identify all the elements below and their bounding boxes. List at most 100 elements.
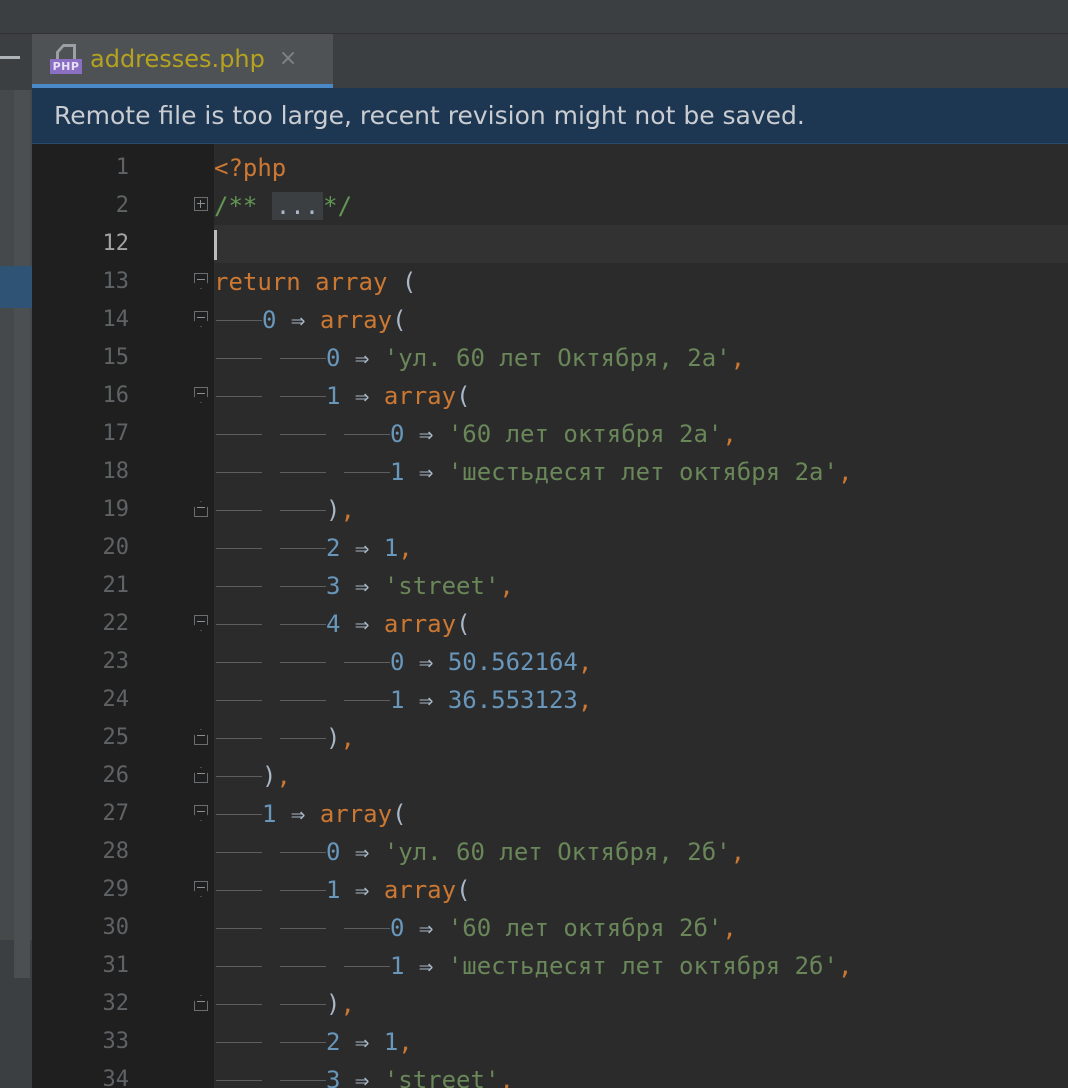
code-token: 0 <box>390 914 405 942</box>
indent-guide <box>214 871 262 909</box>
code-text[interactable]: 0 ⇒ 'ул. 60 лет Октября, 2а', <box>214 339 745 377</box>
code-text[interactable]: 0 ⇒ '60 лет октября 2а', <box>214 415 737 453</box>
code-text[interactable]: 3 ⇒ 'street', <box>214 1061 514 1088</box>
close-icon[interactable]: × <box>279 48 297 70</box>
code-token: 2 <box>326 534 341 562</box>
code-token: ( <box>456 876 471 904</box>
code-line[interactable]: 16 1 ⇒ array( <box>32 377 1068 415</box>
code-text[interactable]: 4 ⇒ array( <box>214 605 471 643</box>
code-line[interactable]: 21 3 ⇒ 'street', <box>32 567 1068 605</box>
remote-file-warning-banner: Remote file is too large, recent revisio… <box>32 88 1068 144</box>
code-token: 0 <box>390 648 405 676</box>
code-text[interactable]: 2 ⇒ 1, <box>214 1023 413 1061</box>
fold-collapse-icon[interactable] <box>194 273 208 291</box>
code-text[interactable]: /** ... */ <box>214 187 352 225</box>
code-text[interactable]: ), <box>214 491 355 529</box>
code-token: array <box>319 306 393 334</box>
code-line[interactable]: 33 2 ⇒ 1, <box>32 1023 1068 1061</box>
code-token: , <box>730 838 746 866</box>
indent-guide <box>214 529 262 567</box>
fold-collapse-icon[interactable] <box>194 311 208 329</box>
indent-guide <box>214 681 262 719</box>
code-token: ⇒ <box>276 306 320 334</box>
indent-guide <box>342 453 390 491</box>
code-text[interactable]: ), <box>214 985 355 1023</box>
code-line[interactable]: 27 1 ⇒ array( <box>32 795 1068 833</box>
line-number: 19 <box>102 497 130 522</box>
code-line[interactable]: 31 1 ⇒ 'шестьдесят лет октября 2б', <box>32 947 1068 985</box>
code-line[interactable]: 20 2 ⇒ 1, <box>32 529 1068 567</box>
code-line[interactable]: 24 1 ⇒ 36.553123, <box>32 681 1068 719</box>
code-text[interactable]: 2 ⇒ 1, <box>214 529 413 567</box>
code-text[interactable] <box>214 225 217 263</box>
code-text[interactable]: 1 ⇒ array( <box>214 871 471 909</box>
indent-guide <box>342 643 390 681</box>
code-text[interactable]: <?php <box>214 149 286 187</box>
fold-collapse-icon[interactable] <box>194 387 208 405</box>
code-token: ⇒ <box>340 572 384 600</box>
code-text[interactable]: 1 ⇒ 'шестьдесят лет октября 2б', <box>214 947 852 985</box>
fold-collapse-icon[interactable] <box>194 615 208 633</box>
indent-guide <box>214 377 262 415</box>
line-number: 23 <box>102 649 130 674</box>
code-line[interactable]: 12 <box>32 225 1068 263</box>
code-line[interactable]: 34 3 ⇒ 'street', <box>32 1061 1068 1088</box>
code-line[interactable]: 32), <box>32 985 1068 1023</box>
code-token: '60 лет октября 2а' <box>447 420 723 448</box>
indent-guide <box>278 453 326 491</box>
fold-collapse-icon[interactable] <box>194 881 208 899</box>
code-line[interactable]: 30 0 ⇒ '60 лет октября 2б', <box>32 909 1068 947</box>
project-selected-row[interactable] <box>0 266 32 308</box>
line-number: 34 <box>102 1067 130 1088</box>
tool-window-minimize-icon[interactable] <box>0 56 20 59</box>
code-text[interactable]: 0 ⇒ 50.562164, <box>214 643 592 681</box>
code-token: 'street' <box>383 572 500 600</box>
code-line[interactable]: 2 /** ... */ <box>32 187 1068 225</box>
code-text[interactable]: return array ( <box>214 263 416 301</box>
code-line[interactable]: 19), <box>32 491 1068 529</box>
code-line[interactable]: 26), <box>32 757 1068 795</box>
code-token: 'street' <box>383 1066 500 1088</box>
code-line[interactable]: 17 0 ⇒ '60 лет октября 2а', <box>32 415 1068 453</box>
title-bar <box>0 0 1068 34</box>
fold-collapse-icon[interactable] <box>194 805 208 823</box>
folded-comment-placeholder[interactable]: ... <box>271 192 324 220</box>
code-line[interactable]: 13 return array ( <box>32 263 1068 301</box>
fold-collapse-icon[interactable] <box>194 995 208 1013</box>
fold-collapse-icon[interactable] <box>194 501 208 519</box>
code-token: ( <box>401 268 417 296</box>
code-text[interactable]: 0 ⇒ 'ул. 60 лет Октября, 2б', <box>214 833 745 871</box>
project-panel-scrollbar[interactable] <box>14 90 30 978</box>
tab-addresses-php[interactable]: PHP addresses.php × <box>32 34 333 88</box>
fold-expand-icon[interactable] <box>194 197 208 215</box>
indent-guide <box>278 681 326 719</box>
code-line[interactable]: 14 0 ⇒ array( <box>32 301 1068 339</box>
fold-collapse-icon[interactable] <box>194 767 208 785</box>
code-token: ⇒ <box>340 382 384 410</box>
code-token: return <box>214 268 316 296</box>
code-text[interactable]: 1 ⇒ array( <box>214 377 471 415</box>
code-line[interactable]: 15 0 ⇒ 'ул. 60 лет Октября, 2а', <box>32 339 1068 377</box>
indent-guide <box>342 415 390 453</box>
indent-guide <box>278 339 326 377</box>
code-line[interactable]: 18 1 ⇒ 'шестьдесят лет октября 2а', <box>32 453 1068 491</box>
code-text[interactable]: ), <box>214 719 355 757</box>
fold-collapse-icon[interactable] <box>194 729 208 747</box>
code-text[interactable]: 3 ⇒ 'street', <box>214 567 514 605</box>
code-editor[interactable]: 1 <?php 2/** ... */12 13 return array (14 0 ⇒ … <box>32 144 1068 1088</box>
code-text[interactable]: 0 ⇒ '60 лет октября 2б', <box>214 909 737 947</box>
code-line[interactable]: 1 <?php <box>32 149 1068 187</box>
code-line[interactable]: 28 0 ⇒ 'ул. 60 лет Октября, 2б', <box>32 833 1068 871</box>
code-text[interactable]: 1 ⇒ 'шестьдесят лет октября 2а', <box>214 453 852 491</box>
code-text[interactable]: 1 ⇒ array( <box>214 795 407 833</box>
code-line[interactable]: 23 0 ⇒ 50.562164, <box>32 643 1068 681</box>
code-text[interactable]: 0 ⇒ array( <box>214 301 407 339</box>
code-line[interactable]: 22 4 ⇒ array( <box>32 605 1068 643</box>
line-number: 25 <box>102 725 130 750</box>
line-number: 12 <box>102 231 130 256</box>
code-text[interactable]: ), <box>214 757 291 795</box>
code-line[interactable]: 29 1 ⇒ array( <box>32 871 1068 909</box>
code-text[interactable]: 1 ⇒ 36.553123, <box>214 681 592 719</box>
code-token: 'шестьдесят лет октября 2б' <box>447 952 838 980</box>
code-line[interactable]: 25), <box>32 719 1068 757</box>
